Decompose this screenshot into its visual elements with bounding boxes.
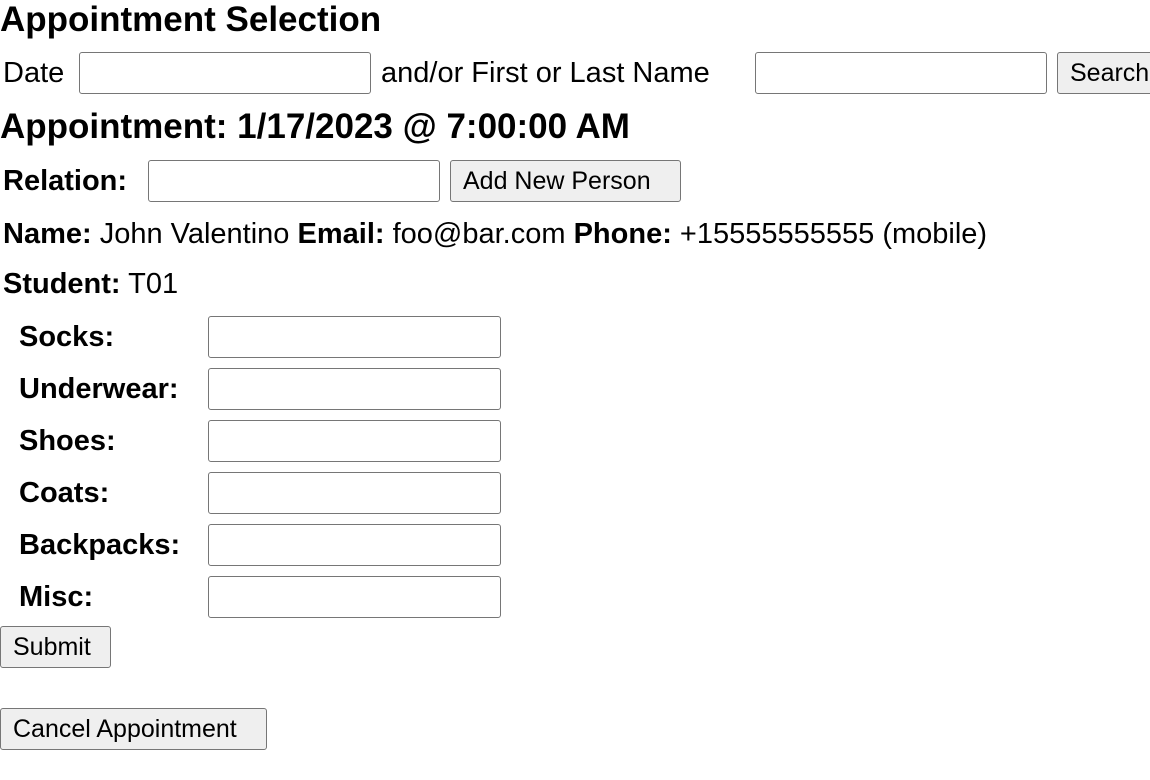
page-title: Appointment Selection	[0, 0, 382, 39]
relation-label: Relation:	[3, 165, 128, 197]
socks-label: Socks:	[19, 321, 115, 353]
submit-button[interactable]: Submit	[0, 626, 111, 668]
person-email-value: foo@bar.com	[392, 218, 566, 250]
appointment-heading: Appointment: 1/17/2023 @ 7:00:00 AM	[0, 107, 630, 146]
cancel-appointment-button[interactable]: Cancel Appointment	[0, 708, 267, 750]
misc-input[interactable]	[208, 576, 501, 618]
socks-input[interactable]	[208, 316, 501, 358]
add-new-person-button[interactable]: Add New Person	[450, 160, 681, 202]
underwear-label: Underwear:	[19, 373, 179, 405]
person-name-value: John Valentino	[99, 218, 290, 250]
search-button[interactable]: Search	[1057, 52, 1150, 94]
date-label: Date	[3, 57, 65, 89]
student-info: Student: T01	[3, 267, 178, 301]
coats-label: Coats:	[19, 477, 110, 509]
name-label: and/or First or Last Name	[381, 57, 710, 89]
shoes-input[interactable]	[208, 420, 501, 462]
person-phone-value: +15555555555 (mobile)	[679, 218, 988, 250]
person-email-label: Email:	[297, 218, 385, 250]
person-phone-label: Phone:	[573, 218, 672, 250]
person-info: Name: John Valentino Email: foo@bar.com …	[3, 217, 987, 251]
person-name-label: Name:	[3, 218, 92, 250]
misc-label: Misc:	[19, 581, 94, 613]
student-value: T01	[128, 268, 179, 300]
student-label: Student:	[3, 268, 121, 300]
shoes-label: Shoes:	[19, 425, 116, 457]
backpacks-input[interactable]	[208, 524, 501, 566]
underwear-input[interactable]	[208, 368, 501, 410]
coats-input[interactable]	[208, 472, 501, 514]
relation-input[interactable]	[148, 160, 440, 202]
name-search-input[interactable]	[755, 52, 1047, 94]
backpacks-label: Backpacks:	[19, 529, 181, 561]
date-input[interactable]	[79, 52, 371, 94]
